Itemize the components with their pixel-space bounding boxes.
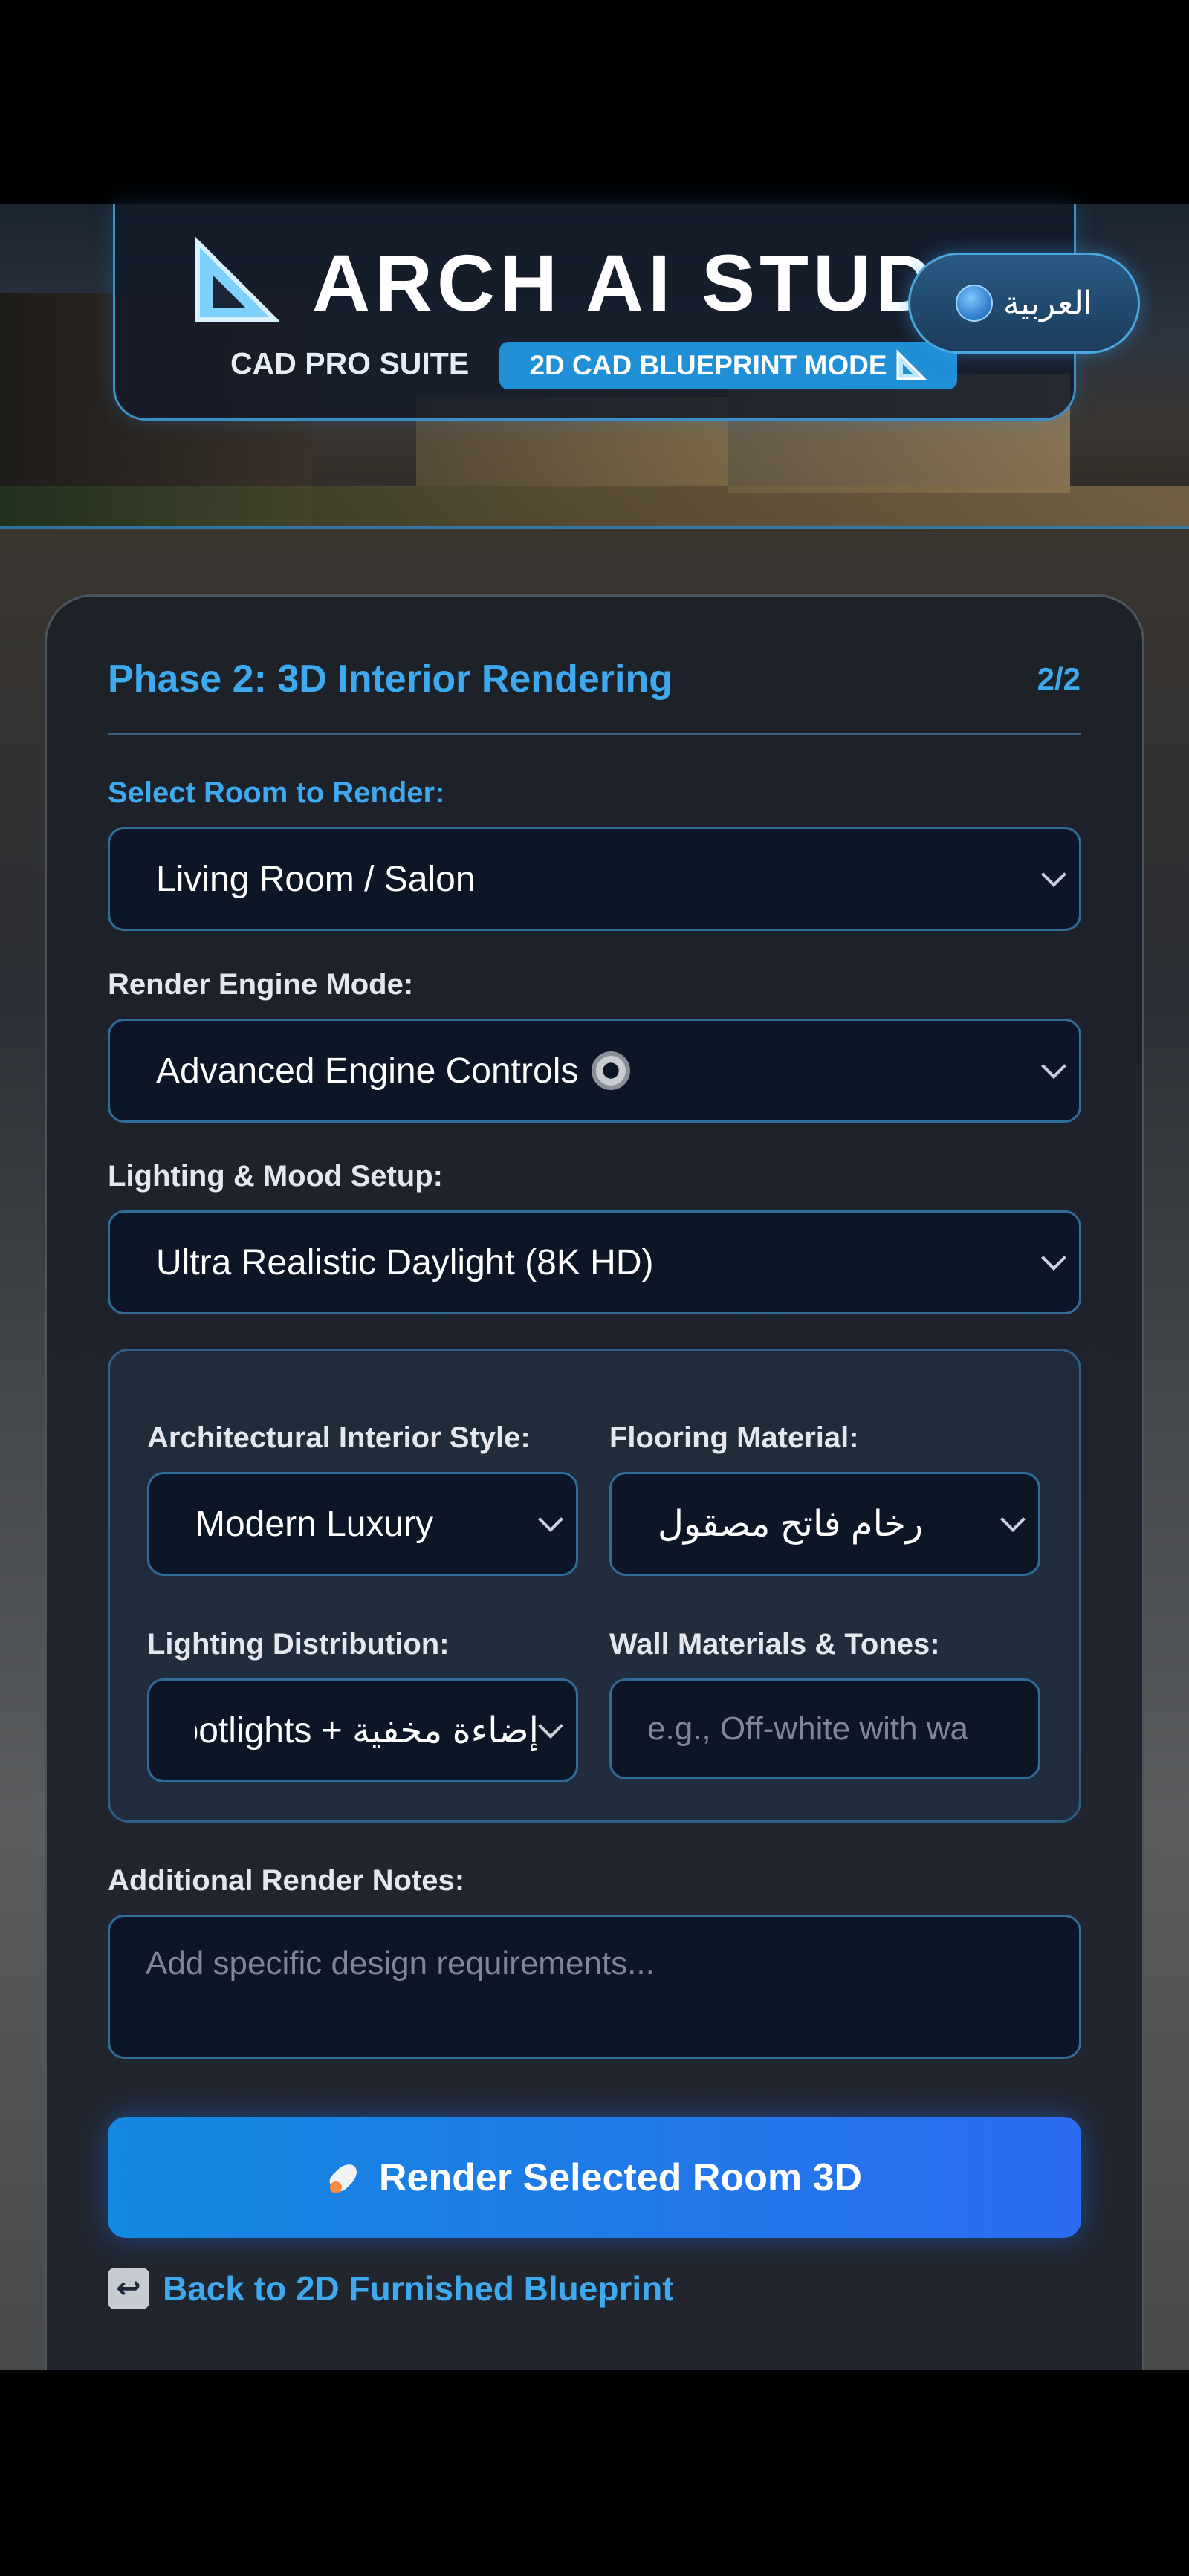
distribution-select[interactable]: إضاءة مخفية + Spotlights <box>147 1678 578 1782</box>
set-square-icon <box>896 349 927 380</box>
engine-select-value: Advanced Engine Controls <box>156 1051 579 1091</box>
lighting-select-label: Lighting & Mood Setup: <box>108 1160 443 1193</box>
flooring-select[interactable]: رخام فاتح مصقول <box>609 1472 1040 1576</box>
back-to-blueprint-link[interactable]: ↩ Back to 2D Furnished Blueprint <box>108 2268 674 2309</box>
back-arrow-icon: ↩ <box>108 2268 149 2309</box>
room-select-value: Living Room / Salon <box>156 859 476 899</box>
style-select-value: Modern Luxury <box>195 1504 434 1544</box>
notes-label: Additional Render Notes: <box>108 1864 465 1897</box>
suite-label: CAD PRO SUITE <box>230 346 470 380</box>
rocket-icon <box>327 2159 364 2196</box>
flooring-select-value: رخام فاتح مصقول <box>658 1505 924 1544</box>
chevron-down-icon <box>1000 1507 1026 1532</box>
set-square-icon <box>195 236 279 322</box>
language-toggle-button[interactable]: العربية <box>908 253 1140 354</box>
render-notes-textarea[interactable]: Add specific design requirements... <box>108 1915 1081 2059</box>
chevron-down-icon <box>1041 862 1066 887</box>
step-counter: 2/2 <box>1037 661 1081 696</box>
phase-divider <box>108 733 1081 735</box>
lighting-select[interactable]: Ultra Realistic Daylight (8K HD) <box>108 1210 1081 1314</box>
globe-icon <box>955 285 993 322</box>
chevron-down-icon <box>1041 1245 1066 1271</box>
language-label: العربية <box>1002 285 1093 322</box>
mode-badge-label: 2D CAD BLUEPRINT MODE <box>529 350 887 380</box>
engine-select[interactable]: Advanced Engine Controls <box>108 1019 1081 1123</box>
style-select-label: Architectural Interior Style: <box>147 1421 531 1454</box>
phase-title: Phase 2: 3D Interior Rendering <box>108 658 673 701</box>
render-notes-placeholder: Add specific design requirements... <box>146 1945 655 1982</box>
room-select[interactable]: Living Room / Salon <box>108 827 1081 931</box>
distribution-select-label: Lighting Distribution: <box>147 1628 450 1661</box>
style-select[interactable]: Modern Luxury <box>147 1472 578 1576</box>
room-select-label: Select Room to Render: <box>108 776 445 809</box>
lighting-select-value: Ultra Realistic Daylight (8K HD) <box>156 1242 654 1282</box>
app-title: ARCH AI STUDI <box>312 238 936 328</box>
mode-badge: 2D CAD BLUEPRINT MODE <box>499 342 957 389</box>
render-room-button[interactable]: Render Selected Room 3D <box>108 2117 1081 2238</box>
wall-input-label: Wall Materials & Tones: <box>609 1628 940 1661</box>
bottom-letterbox <box>0 2370 1189 2576</box>
chevron-down-icon <box>538 1507 563 1532</box>
chevron-down-icon <box>1041 1054 1066 1079</box>
chevron-down-icon <box>538 1713 563 1739</box>
back-link-label: Back to 2D Furnished Blueprint <box>163 2269 674 2308</box>
gear-icon <box>592 1051 631 1090</box>
engine-select-label: Render Engine Mode: <box>108 968 414 1001</box>
flooring-select-label: Flooring Material: <box>609 1421 859 1454</box>
wall-materials-input[interactable]: e.g., Off-white with wa <box>609 1678 1040 1779</box>
wall-materials-placeholder: e.g., Off-white with wa <box>647 1710 969 1747</box>
render-button-label: Render Selected Room 3D <box>378 2155 863 2199</box>
distribution-select-value: إضاءة مخفية + Spotlights <box>195 1711 539 1751</box>
